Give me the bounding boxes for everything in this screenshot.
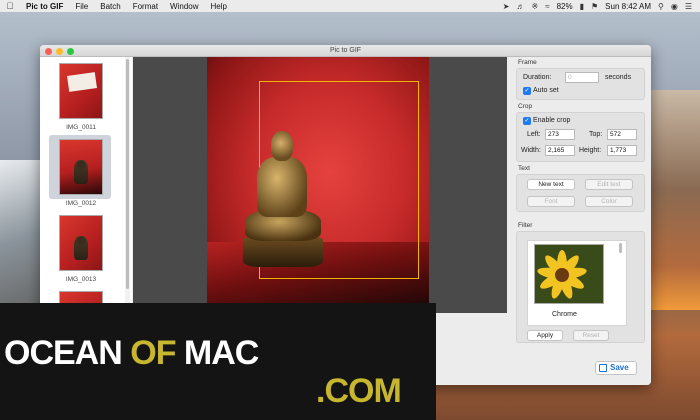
thumbnail-label: IMG_0013 (65, 276, 97, 283)
font-button[interactable]: Font (527, 196, 575, 207)
image-preview (133, 57, 507, 313)
watermark-com: .COM (316, 372, 402, 410)
notification-icon[interactable]: ☰ (685, 2, 692, 11)
top-label: Top: (589, 131, 603, 138)
window-title: Pic to GIF (329, 47, 362, 54)
duration-input[interactable]: 0 (565, 72, 599, 83)
auto-set-checkbox[interactable]: ✓ (523, 87, 531, 95)
filter-scrollbar[interactable] (619, 243, 622, 253)
save-icon (599, 364, 607, 372)
new-text-button[interactable]: New text (527, 179, 575, 190)
thumbnail-image (59, 63, 103, 119)
watermark-ocean: OCEAN (4, 334, 123, 372)
height-input[interactable]: 1,773 (607, 145, 637, 156)
menu-help[interactable]: Help (205, 2, 233, 11)
seconds-label: seconds (605, 74, 632, 81)
thumbnail-label: IMG_0011 (66, 124, 96, 131)
thumbnail-list[interactable]: IMG_0011 IMG_0012 IMG_0013 (40, 57, 132, 347)
statue-figure (243, 131, 323, 271)
volume-icon[interactable]: ♬ (516, 2, 524, 11)
auto-set-label: Auto set (533, 87, 559, 94)
menu-bar:  Pic to GIF File Batch Format Window He… (0, 0, 700, 12)
minimize-button[interactable] (56, 48, 63, 55)
watermark-of: OF (130, 334, 176, 372)
edit-text-button[interactable]: Edit text (585, 179, 633, 190)
save-button[interactable]: Save (595, 361, 637, 375)
send-icon[interactable]: ➤ (503, 2, 510, 11)
thumbnail-scrollbar[interactable] (125, 57, 130, 313)
frame-section-title: Frame (518, 59, 537, 66)
thumbnail-item-selected[interactable]: IMG_0012 (49, 135, 112, 207)
menu-app-name[interactable]: Pic to GIF (20, 2, 69, 11)
filter-list[interactable]: Chrome (527, 240, 627, 326)
title-bar[interactable]: Pic to GIF (40, 45, 651, 57)
thumbnail-image (59, 139, 103, 195)
clock[interactable]: Sun 8:42 AM (605, 2, 651, 11)
spotlight-icon[interactable]: ⚲ (658, 2, 664, 11)
text-section-title: Text (518, 165, 530, 172)
wifi-icon[interactable]: ≈ (545, 2, 549, 11)
duration-label: Duration: (523, 74, 552, 81)
width-label: Width: (521, 147, 541, 154)
bluetooth-icon[interactable]: ※ (531, 2, 538, 11)
filter-name: Chrome (552, 311, 577, 318)
thumbnail-label: IMG_0012 (65, 200, 97, 207)
thumbnail-item[interactable]: IMG_0011 (50, 63, 112, 131)
filter-section-title: Filter (518, 222, 533, 229)
menu-format[interactable]: Format (127, 2, 164, 11)
save-label: Save (610, 363, 629, 372)
enable-crop-checkbox[interactable]: ✓ (523, 117, 531, 125)
zoom-button[interactable] (67, 48, 74, 55)
crop-section-title: Crop (518, 103, 533, 110)
filter-group: Chrome Apply Reset (516, 231, 645, 343)
height-label: Height: (579, 147, 602, 154)
user-icon[interactable]: ◉ (671, 2, 678, 11)
flag-icon[interactable]: ⚑ (591, 2, 598, 11)
top-input[interactable]: 572 (607, 129, 637, 140)
apple-menu-icon[interactable]:  (0, 1, 20, 11)
thumbnail-image (59, 215, 103, 271)
menu-batch[interactable]: Batch (94, 2, 126, 11)
scrollbar-knob[interactable] (126, 59, 129, 289)
watermark-logo-text: OCEAN OF MAC (4, 334, 259, 373)
close-button[interactable] (45, 48, 52, 55)
settings-panel: Frame Duration: 0 seconds ✓ Auto set Cro… (510, 57, 651, 385)
watermark-banner-lower (0, 375, 300, 420)
left-label: Left: (527, 131, 541, 138)
filter-preview-image[interactable] (534, 244, 604, 304)
desktop-mountain-right (650, 90, 700, 310)
menu-file[interactable]: File (69, 2, 94, 11)
crop-group: ✓ Enable crop Left: 273 Top: 572 Width: … (516, 112, 645, 162)
left-input[interactable]: 273 (545, 129, 575, 140)
width-input[interactable]: 2,165 (545, 145, 575, 156)
frame-group: Duration: 0 seconds ✓ Auto set (516, 68, 645, 100)
text-group: New text Edit text Font Color (516, 174, 645, 212)
thumbnail-item[interactable]: IMG_0013 (50, 215, 112, 283)
apply-button[interactable]: Apply (527, 330, 563, 341)
battery-percent: 82% (556, 1, 573, 11)
battery-icon[interactable]: ▮ (580, 2, 584, 11)
enable-crop-label: Enable crop (533, 117, 571, 124)
color-button[interactable]: Color (585, 196, 633, 207)
watermark-mac: MAC (183, 334, 259, 372)
reset-button[interactable]: Reset (573, 330, 609, 341)
menu-window[interactable]: Window (164, 2, 204, 11)
